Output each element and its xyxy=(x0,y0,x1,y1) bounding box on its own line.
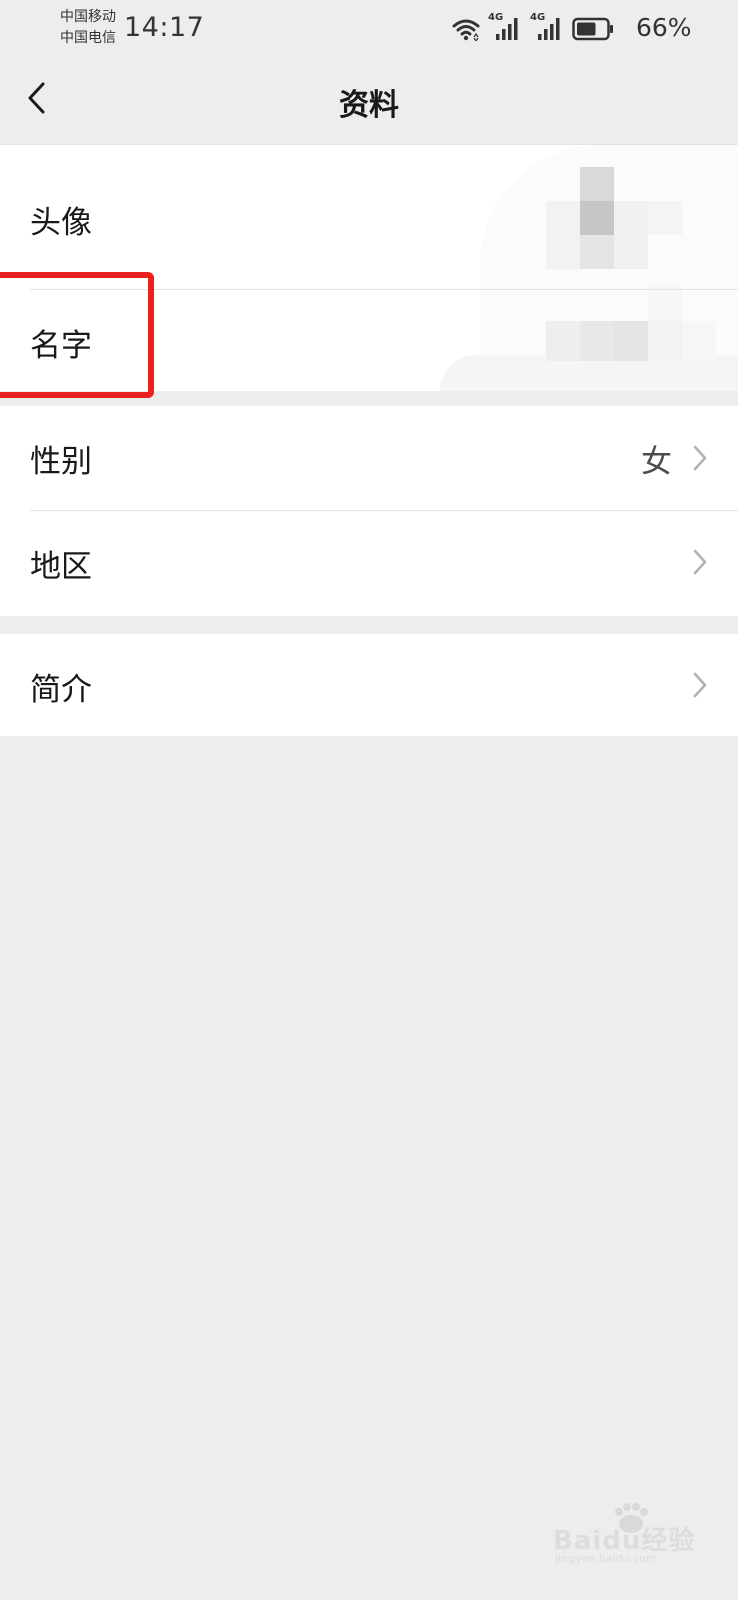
row-avatar[interactable]: 头像 xyxy=(0,145,738,289)
profile-section-intro: 简介 xyxy=(0,634,738,736)
signal-icon: 4G xyxy=(488,12,522,44)
baidu-watermark: Baidu经验 jingyan.baidu.com xyxy=(553,1500,694,1566)
watermark-subtext: jingyan.baidu.com xyxy=(555,1552,657,1565)
battery-percent: 66% xyxy=(636,13,692,42)
nav-bar: 资料 xyxy=(0,58,738,144)
status-icons: 4G 4G xyxy=(452,12,614,44)
battery-icon xyxy=(572,17,613,41)
carrier-names: 中国移动 中国电信 xyxy=(60,7,116,49)
row-label: 名字 xyxy=(30,328,92,364)
gender-value: 女 xyxy=(641,444,672,480)
profile-section-basic: 头像 名字 xyxy=(0,144,738,391)
row-label: 简介 xyxy=(30,672,92,708)
status-time: 14:17 xyxy=(124,12,205,43)
chevron-right-icon xyxy=(693,549,707,575)
row-intro[interactable]: 简介 xyxy=(0,634,738,736)
row-label: 性别 xyxy=(30,444,92,480)
profile-section-details: 性别 女 地区 xyxy=(0,406,738,616)
chevron-right-icon xyxy=(693,672,707,698)
signal-icon: 4G xyxy=(530,12,564,44)
page-title: 资料 xyxy=(339,88,399,123)
row-label: 头像 xyxy=(30,205,92,241)
row-name[interactable]: 名字 xyxy=(0,290,738,391)
wifi-icon xyxy=(452,19,480,41)
row-label: 地区 xyxy=(30,549,92,585)
status-bar: 中国移动 中国电信 14:17 4G 4G 66% xyxy=(0,0,738,58)
carrier-2: 中国电信 xyxy=(60,30,116,46)
row-region[interactable]: 地区 xyxy=(0,511,738,616)
carrier-1: 中国移动 xyxy=(60,9,116,25)
row-gender[interactable]: 性别 女 xyxy=(0,406,738,510)
chevron-right-icon xyxy=(693,445,707,471)
